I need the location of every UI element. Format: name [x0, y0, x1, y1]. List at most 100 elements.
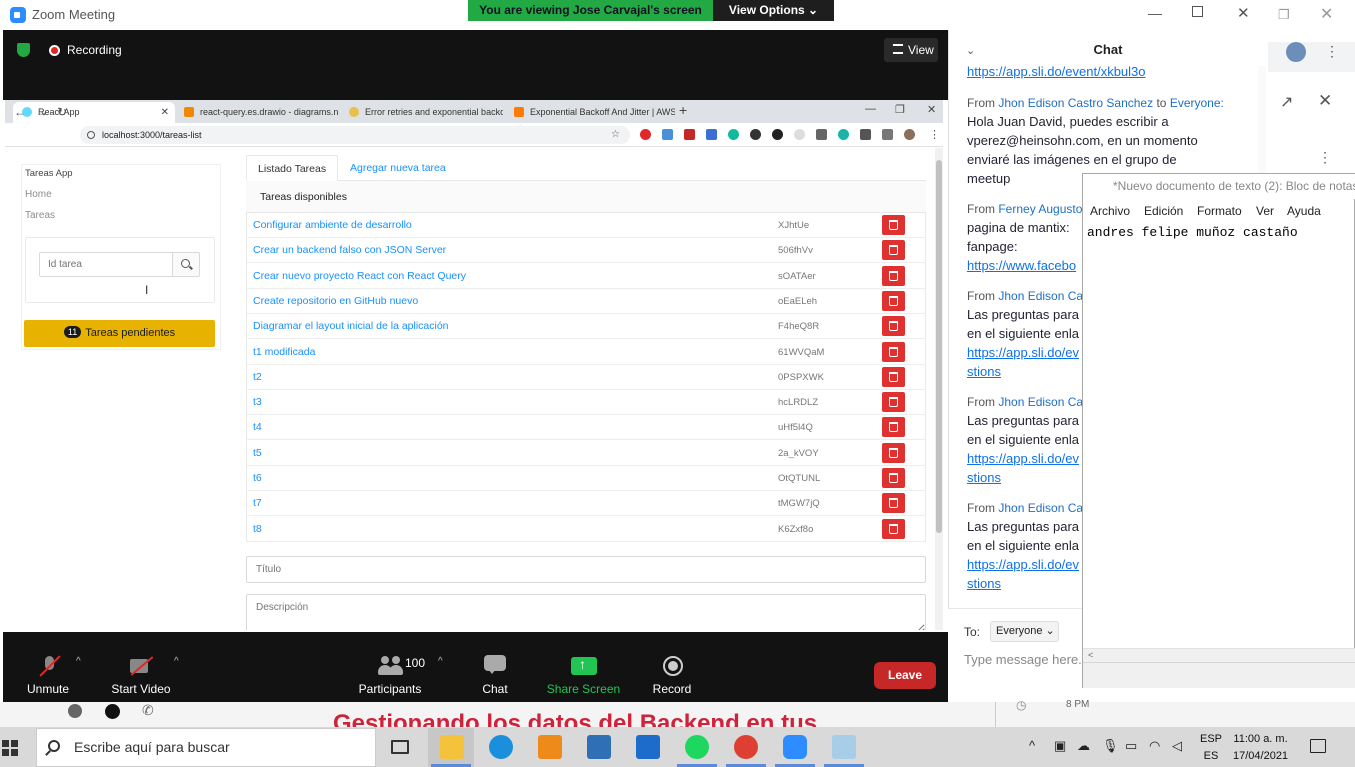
mail-icon[interactable] [636, 735, 660, 759]
meet-now-icon[interactable]: ▣ [1054, 738, 1066, 754]
zoom-icon[interactable] [783, 735, 807, 759]
chrome-restore-icon[interactable]: ❐ [895, 103, 905, 116]
forward-icon[interactable]: → [36, 105, 48, 119]
task-title-link[interactable]: Crear nuevo proyecto React con React Que… [253, 270, 466, 282]
shield-icon[interactable] [17, 43, 30, 57]
share-screen-button[interactable]: Share Screen [546, 682, 621, 696]
chat-button[interactable]: Chat [475, 682, 515, 696]
puzzle-icon[interactable] [860, 129, 871, 140]
sublime-icon[interactable] [538, 735, 562, 759]
cast-icon[interactable] [882, 129, 893, 140]
back-icon[interactable]: ← [14, 105, 26, 119]
task-title-link[interactable]: t6 [253, 472, 262, 484]
menu-archivo[interactable]: Archivo [1090, 204, 1130, 218]
scroll-left-icon[interactable]: < [1088, 650, 1093, 660]
windows-start-icon[interactable] [2, 740, 18, 756]
microphone-icon[interactable]: 🎙 [1102, 738, 1119, 754]
notepad-hscrollbar[interactable] [1083, 648, 1355, 662]
notepad-text-area[interactable]: andres felipe muñoz castaño [1087, 225, 1298, 240]
maximize-icon[interactable] [1192, 6, 1203, 17]
pending-tasks-button[interactable]: 11 Tareas pendientes [24, 320, 215, 347]
scrollbar-thumb[interactable] [936, 160, 942, 533]
tray-expand-icon[interactable]: ^ [1029, 738, 1035, 753]
task-title-link[interactable]: t7 [253, 497, 262, 509]
delete-button[interactable] [882, 366, 905, 387]
description-input[interactable] [246, 594, 926, 630]
menu-edicion[interactable]: Edición [1144, 204, 1183, 218]
extension-icon[interactable] [684, 129, 695, 140]
task-title-link[interactable]: t1 modificada [253, 346, 315, 358]
minimize-icon[interactable]: — [1148, 5, 1162, 21]
new-tab-icon[interactable]: + [679, 102, 687, 118]
chrome-icon[interactable] [734, 735, 758, 759]
recording-label[interactable]: Recording [67, 43, 122, 57]
delete-button[interactable] [882, 417, 905, 438]
edge-icon[interactable] [489, 735, 513, 759]
task-title-link[interactable]: Create repositorio en GitHub nuevo [253, 295, 418, 307]
taskbar-search-box[interactable]: Escribe aquí para buscar [36, 728, 376, 767]
file-explorer-icon[interactable] [440, 735, 464, 759]
extension-icon[interactable] [640, 129, 651, 140]
task-title-link[interactable]: Diagramar el layout inicial de la aplica… [253, 320, 449, 332]
menu-formato[interactable]: Formato [1197, 204, 1242, 218]
address-bar[interactable]: localhost:3000/tareas-list [80, 126, 630, 144]
delete-button[interactable] [882, 392, 905, 413]
video-options-icon[interactable]: ^ [174, 656, 179, 667]
tab-close-icon[interactable]: ✕ [161, 102, 169, 123]
tab-listado-tareas[interactable]: Listado Tareas [246, 155, 339, 182]
extension-icon[interactable] [750, 129, 761, 140]
extension-icon[interactable] [794, 129, 805, 140]
extension-icon[interactable] [728, 129, 739, 140]
star-icon[interactable]: ☆ [611, 129, 620, 140]
wifi-icon[interactable]: ◠ [1149, 738, 1160, 754]
start-video-button[interactable]: Start Video [108, 682, 174, 696]
notifications-icon[interactable] [1310, 739, 1326, 753]
share-screen-icon[interactable] [571, 655, 597, 677]
task-title-link[interactable]: Crear un backend falso con JSON Server [253, 244, 446, 256]
menu-ayuda[interactable]: Ayuda [1287, 204, 1321, 218]
delete-button[interactable] [882, 265, 905, 286]
task-id-search-input[interactable] [39, 252, 173, 277]
battery-icon[interactable]: ▭ [1125, 738, 1137, 754]
store-icon[interactable] [587, 735, 611, 759]
task-title-link[interactable]: t8 [253, 523, 262, 535]
leave-button[interactable]: Leave [874, 662, 936, 689]
delete-button[interactable] [882, 290, 905, 311]
eyedropper-icon[interactable] [816, 129, 827, 140]
delete-button[interactable] [882, 316, 905, 337]
menu-dots-icon[interactable]: ⋮ [929, 128, 940, 141]
close-icon[interactable]: ✕ [1237, 4, 1250, 22]
task-title-link[interactable]: t4 [253, 421, 262, 433]
task-view-icon[interactable] [391, 740, 409, 754]
chrome-minimize-icon[interactable]: — [865, 103, 876, 115]
extension-icon[interactable] [662, 129, 673, 140]
profile-avatar[interactable] [904, 129, 915, 140]
delete-button[interactable] [882, 240, 905, 261]
audio-options-icon[interactable]: ^ [76, 656, 81, 667]
title-input[interactable] [246, 556, 926, 583]
nav-home[interactable]: Home [25, 189, 52, 200]
tab-agregar-tarea[interactable]: Agregar nueva tarea [339, 155, 457, 182]
participants-icon[interactable] [378, 655, 402, 677]
chat-link[interactable]: https://app.sli.do/event/xkbul3o [967, 62, 1257, 79]
extension-icon[interactable] [838, 129, 849, 140]
onedrive-icon[interactable]: ☁ [1077, 738, 1090, 754]
extension-icon[interactable] [772, 129, 783, 140]
delete-button[interactable] [882, 468, 905, 488]
nav-tareas[interactable]: Tareas [25, 210, 55, 221]
notepad-icon[interactable] [832, 735, 856, 759]
chat-message-input[interactable]: Type message here... [964, 652, 1089, 667]
info-icon[interactable] [87, 131, 95, 139]
task-title-link[interactable]: t3 [253, 396, 262, 408]
chat-icon[interactable] [484, 655, 508, 677]
tab-exponential-backoff[interactable]: Exponential Backoff And Jitter | AWS [505, 102, 675, 123]
delete-button[interactable] [882, 442, 905, 463]
task-title-link[interactable]: t5 [253, 447, 262, 459]
extension-icon[interactable] [706, 129, 717, 140]
recipient-select[interactable]: Everyone ⌄ [990, 621, 1059, 642]
task-title-link[interactable]: t2 [253, 371, 262, 383]
delete-button[interactable] [882, 215, 905, 235]
mic-muted-icon[interactable] [38, 655, 62, 677]
view-options-button[interactable]: View Options ⌄ [713, 0, 834, 21]
participants-options-icon[interactable]: ^ [438, 656, 443, 667]
